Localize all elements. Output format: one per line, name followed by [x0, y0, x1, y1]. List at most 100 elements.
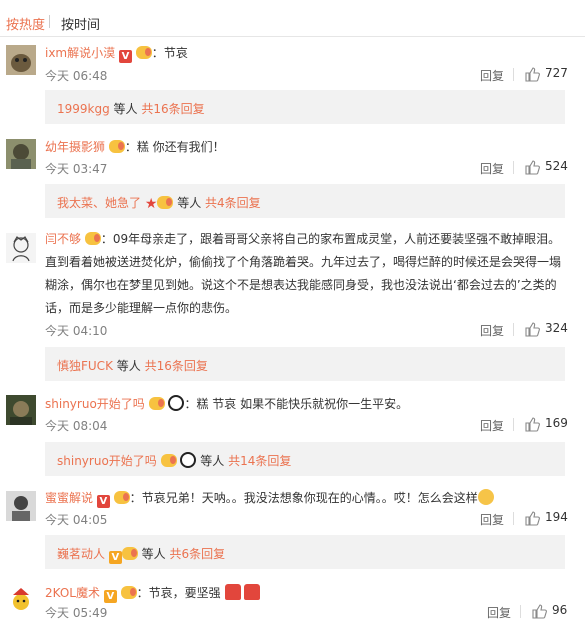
comment-body-line: 直到看着她被送进焚化炉，偷偷找了个角落跪着哭。九年过去了，喝得烂醉的时候还是会哭…	[45, 255, 562, 269]
comment-item: 幼年摄影狮 ：糕 你还有我们！ 今天 03:47 回复 524 我太菜、她急了 …	[0, 131, 585, 225]
thumbs-up-icon	[525, 322, 540, 337]
sub-reply-count[interactable]: 共16条回复	[145, 359, 208, 373]
divider	[513, 68, 514, 81]
sub-reply-names[interactable]: 1999kgg	[57, 102, 110, 116]
reply-button[interactable]: 回复	[480, 511, 504, 528]
like-button[interactable]: 194	[524, 510, 569, 526]
sub-replies-box[interactable]: 1999kgg 等人 共16条回复	[45, 90, 565, 124]
username-link[interactable]: 蜜蜜解说	[45, 491, 93, 505]
fan-badge-icon	[120, 586, 137, 599]
thumbs-up-icon	[525, 160, 540, 175]
candle-emoji-icon	[224, 584, 241, 600]
timestamp: 今天 03:47	[45, 162, 108, 176]
timestamp: 今天 08:04	[45, 419, 108, 433]
sub-replies-summary: 巍茗动人 V 等人 共6条回复	[57, 547, 226, 564]
thumbs-up-icon	[525, 67, 540, 82]
divider	[513, 512, 514, 525]
divider	[513, 418, 514, 431]
comment-body: 节哀	[163, 46, 188, 60]
avatar[interactable]	[6, 586, 36, 616]
sub-replies-summary: 我太菜、她急了 ★ 等人 共4条回复	[57, 196, 261, 212]
username-link[interactable]: 2KOL魔术	[45, 586, 100, 600]
timestamp: 今天 06:48	[45, 69, 108, 83]
vip-badge-icon: V	[96, 495, 110, 508]
like-button[interactable]: 324	[524, 321, 569, 337]
sub-replies-box[interactable]: 我太菜、她急了 ★ 等人 共4条回复	[45, 184, 565, 218]
sub-reply-count[interactable]: 共16条回复	[141, 102, 204, 116]
username-link[interactable]: 幼年摄影狮	[45, 140, 105, 154]
verified-badge-icon: V	[108, 551, 122, 564]
like-button[interactable]: 727	[524, 66, 569, 82]
sub-reply-count[interactable]: 共14条回复	[228, 454, 291, 468]
comment-text: 闫不够 ：09年母亲走了，跟着哥哥父亲将自己的家布置成灵堂，人前还要装坚强不敢掉…	[45, 228, 570, 320]
divider	[513, 323, 514, 336]
vip-badge-icon: V	[118, 50, 132, 63]
username-link[interactable]: ixm解说小漠	[45, 46, 115, 60]
sub-replies-summary: 慎独FUCK 等人 共16条回复	[57, 359, 208, 373]
panda-emoji-icon	[180, 452, 197, 468]
avatar[interactable]	[6, 45, 36, 75]
avatar[interactable]	[6, 139, 36, 169]
comment-text: 2KOL魔术 V ：节哀，要坚强	[45, 584, 261, 603]
thumbs-up-icon	[525, 417, 540, 432]
reply-button[interactable]: 回复	[480, 417, 504, 434]
comment-text: shinyruo开始了吗 ：糕 节哀 如果不能快乐就祝你一生平安。	[45, 395, 409, 411]
comment-body: 糕 你还有我们！	[136, 140, 225, 154]
sub-replies-box[interactable]: 慎独FUCK 等人 共16条回复	[45, 347, 565, 381]
sub-reply-count[interactable]: 共4条回复	[205, 196, 261, 210]
like-button[interactable]: 169	[524, 416, 569, 432]
worried-emoji-icon	[477, 489, 494, 505]
fan-badge-icon	[84, 232, 101, 245]
like-count: 169	[545, 416, 568, 430]
like-button[interactable]: 524	[524, 159, 569, 175]
fan-badge-icon	[108, 140, 125, 153]
comment-item: shinyruo开始了吗 ：糕 节哀 如果不能快乐就祝你一生平安。 今天 08:…	[0, 382, 585, 478]
thumbs-up-icon	[532, 604, 547, 619]
reply-button[interactable]: 回复	[480, 160, 504, 177]
fan-badge-icon	[160, 454, 177, 467]
like-count: 96	[552, 603, 568, 617]
sub-replies-summary: shinyruo开始了吗 等人 共14条回复	[57, 452, 292, 468]
username-link[interactable]: shinyruo开始了吗	[45, 397, 145, 411]
divider	[520, 605, 521, 618]
comment-item: 闫不够 ：09年母亲走了，跟着哥哥父亲将自己的家布置成灵堂，人前还要装坚强不敢掉…	[0, 225, 585, 382]
sub-replies-box[interactable]: shinyruo开始了吗 等人 共14条回复	[45, 442, 565, 476]
avatar[interactable]	[6, 395, 36, 425]
sort-by-time-tab[interactable]: 按时间	[61, 14, 100, 33]
reply-button[interactable]: 回复	[480, 322, 504, 339]
reply-button[interactable]: 回复	[480, 67, 504, 84]
fan-badge-icon	[157, 196, 174, 209]
username-link[interactable]: 闫不够	[45, 232, 81, 246]
comment-body-line: 话，而是多少能理解一点你的悲伤。	[45, 301, 238, 315]
sort-by-hot-tab[interactable]: 按热度	[6, 14, 45, 33]
fan-badge-icon	[121, 547, 138, 560]
comment-text: ixm解说小漠 V ：节哀	[45, 46, 188, 63]
timestamp: 今天 05:49	[45, 606, 108, 619]
comment-item: 蜜蜜解说 V ：节哀兄弟！天呐。。我没法想象你现在的心情。。哎！怎么会这样 今天…	[0, 478, 585, 572]
sub-reply-names[interactable]: 慎独FUCK	[57, 359, 113, 373]
comment-text: 蜜蜜解说 V ：节哀兄弟！天呐。。我没法想象你现在的心情。。哎！怎么会这样	[45, 489, 494, 508]
comment-body-line: 糊涂，偶尔也在梦里见到她。说这个不是想表达我能感同身受，我也没法说出‘都会过去的…	[45, 278, 557, 292]
sub-replies-box[interactable]: 巍茗动人 V 等人 共6条回复	[45, 535, 565, 569]
verified-badge-icon: V	[103, 590, 117, 603]
sort-divider	[49, 15, 50, 28]
comment-item: ixm解说小漠 V ：节哀 今天 06:48 回复 727 1999kgg 等人…	[0, 37, 585, 131]
sub-reply-names[interactable]: 巍茗动人	[57, 547, 105, 561]
like-count: 324	[545, 321, 568, 335]
fan-badge-icon	[135, 46, 152, 59]
comment-item: 2KOL魔术 V ：节哀，要坚强 今天 05:49 回复 96	[0, 572, 585, 619]
avatar[interactable]	[6, 491, 36, 521]
comment-body: 节哀兄弟！天呐。。我没法想象你现在的心情。。哎！怎么会这样	[141, 491, 478, 505]
sub-replies-summary: 1999kgg 等人 共16条回复	[57, 102, 205, 116]
reply-button[interactable]: 回复	[487, 604, 511, 619]
comment-body-line: 09年母亲走了，跟着哥哥父亲将自己的家布置成灵堂，人前还要装坚强不敢掉眼泪。	[112, 232, 561, 246]
thumbs-up-icon	[525, 511, 540, 526]
fan-badge-icon	[113, 491, 130, 504]
comment-body: 节哀，要坚强	[148, 586, 221, 600]
sub-reply-names[interactable]: shinyruo开始了吗	[57, 454, 157, 468]
sub-reply-names[interactable]: 我太菜、她急了	[57, 196, 141, 210]
timestamp: 今天 04:05	[45, 513, 108, 527]
like-button[interactable]: 96	[531, 603, 571, 619]
avatar[interactable]	[6, 233, 36, 263]
sub-reply-count[interactable]: 共6条回复	[169, 547, 225, 561]
